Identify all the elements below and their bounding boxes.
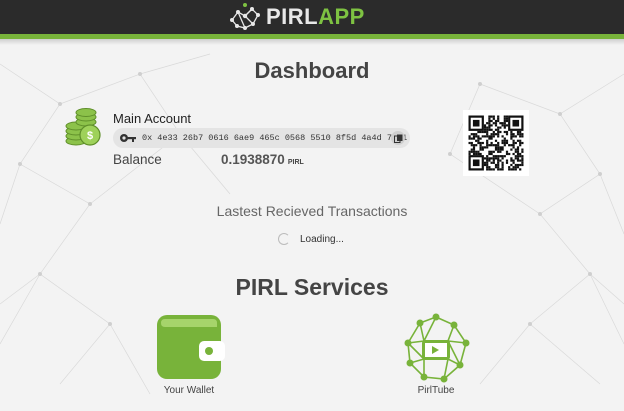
spinner-icon xyxy=(278,233,290,245)
background-network-graphic xyxy=(0,53,624,395)
qr-code-icon[interactable] xyxy=(463,110,529,176)
service-label-pirltube[interactable]: PirlTube xyxy=(386,385,486,396)
loading-indicator: Loading... xyxy=(278,233,344,245)
pirltube-service-button[interactable] xyxy=(400,313,472,385)
copy-icon xyxy=(393,134,402,143)
header-shadow xyxy=(0,39,624,45)
key-icon xyxy=(120,134,136,142)
logo-text-app: APP xyxy=(318,4,365,29)
wallet-address-field: 0x 4e33 26b7 0616 6ae9 465c 0568 5510 8f… xyxy=(113,128,410,148)
copy-address-button[interactable] xyxy=(391,131,405,145)
pirl-logo-icon xyxy=(230,3,260,30)
coin-stack-icon: $ xyxy=(65,108,101,146)
pirlapp-logo[interactable]: PIRLAPP xyxy=(228,1,368,33)
logo-text-pirl: PIRL xyxy=(266,4,319,29)
balance-unit: PIRL xyxy=(287,159,304,166)
balance-value-group: 0.1938870 PIRL xyxy=(221,152,304,167)
page-title: Dashboard xyxy=(254,58,370,83)
wallet-service-button[interactable] xyxy=(155,313,225,385)
wallet-icon xyxy=(157,315,225,379)
services-title: PIRL Services xyxy=(235,274,389,300)
service-label-wallet[interactable]: Your Wallet xyxy=(139,385,239,396)
app-header: PIRLAPP xyxy=(0,0,624,34)
loading-text: Loading... xyxy=(300,233,344,245)
balance-value: 0.1938870 xyxy=(221,152,285,167)
balance-label: Balance xyxy=(113,152,162,167)
svg-text:$: $ xyxy=(87,130,93,142)
wallet-address: 0x 4e33 26b7 0616 6ae9 465c 0568 5510 8f… xyxy=(142,133,408,143)
transactions-title: Lastest Recieved Transactions xyxy=(216,203,408,219)
account-name: Main Account xyxy=(113,111,192,126)
pirltube-icon xyxy=(404,313,470,383)
